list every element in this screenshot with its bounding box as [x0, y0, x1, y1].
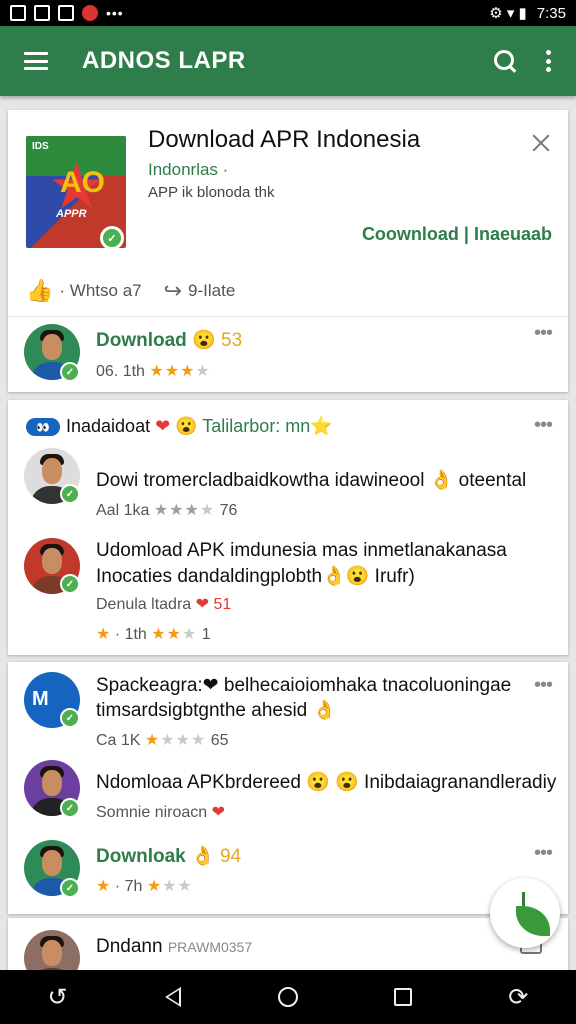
rating-stars: ★★★	[146, 878, 193, 895]
back-alt-icon[interactable]: ↺	[38, 977, 78, 1017]
section-header: Inadaidoat ❤ 😮 Talilarbor: mn⭐	[66, 416, 333, 436]
list-item-meta: Somnie niroacn ❤	[96, 804, 226, 821]
mail-icon	[58, 5, 74, 21]
overflow-icon[interactable]: •••	[534, 674, 553, 697]
list-item-meta: Denula ltadra ❤ 51	[96, 596, 232, 613]
list-card: M ✓ Spackeagra:❤ belhecaioiomhaka tnacol…	[8, 662, 568, 914]
list-item-title[interactable]: Dowi tromercladbaidkowtha idawineool 👌 o…	[96, 468, 526, 492]
status-right: ⚙ ▾ ▮ 7:35	[489, 4, 566, 23]
overflow-icon[interactable]: •••	[534, 322, 553, 345]
check-icon: ✓	[100, 226, 124, 250]
home-icon[interactable]	[268, 977, 308, 1017]
download-button[interactable]: Coownload | Inaeuaab	[362, 224, 552, 245]
featured-description: APP ik blonoda thk	[148, 184, 275, 201]
fab-button[interactable]	[490, 878, 560, 948]
close-icon[interactable]	[530, 132, 552, 154]
logo-mark: AO	[60, 166, 105, 199]
gallery-icon	[34, 5, 50, 21]
check-icon: ✓	[60, 878, 80, 898]
logo-text-top: IDS	[32, 141, 49, 152]
list-item-title[interactable]: Spackeagra:❤ belhecaioiomhaka tnacoluoni…	[96, 674, 511, 697]
share-icon: ↪	[163, 278, 183, 303]
menu-icon[interactable]	[24, 52, 48, 70]
list-item-meta: Ca 1K ★★★★ 65	[96, 732, 229, 749]
more-vert-icon[interactable]	[546, 50, 552, 72]
clock: 7:35	[536, 4, 566, 22]
share-label: 9-Ilate	[188, 281, 236, 300]
check-icon: ✓	[60, 484, 80, 504]
like-label: · Whtso a7	[59, 281, 142, 300]
rating-stars: ★★★★	[153, 502, 216, 519]
leaf-icon	[516, 906, 550, 936]
notification-icon	[10, 5, 26, 21]
list-item-meta: 06. 1th ★★★★	[96, 363, 211, 380]
rating-stars: ★★★	[151, 626, 198, 643]
status-bar: ••• ⚙ ▾ ▮ 7:35	[0, 0, 576, 26]
list-item-title[interactable]: Udomload APK imdunesia mas inmetlanakana…	[96, 540, 507, 562]
rating-stars: ★★★★	[144, 732, 207, 749]
check-icon: ✓	[60, 798, 80, 818]
list-item-meta: ★ · 7h ★★★	[96, 878, 193, 895]
app-title: ADNOS LAPR	[82, 47, 246, 74]
list-item-subtitle: Inocaties dandaldingplobth👌😮 Irufr)	[96, 566, 415, 587]
back-icon[interactable]	[153, 977, 193, 1017]
list-item-subtitle: timsardsigbtgnthe ahesid 👌	[96, 700, 337, 721]
thumb-up-icon: 👍	[26, 278, 54, 303]
app-bar: ADNOS LAPR	[0, 26, 576, 96]
assistant-icon[interactable]: ⟳	[498, 977, 538, 1017]
share-action[interactable]: ↪ 9-Ilate	[164, 278, 236, 304]
check-icon: ✓	[60, 362, 80, 382]
logo-text-bottom: APPR	[56, 208, 87, 220]
check-icon: ✓	[60, 708, 80, 728]
system-nav-bar: ↺ ⟳	[0, 970, 576, 1024]
featured-subtitle: Indonrlas ·	[148, 160, 229, 179]
section-icon: 👀	[26, 418, 60, 436]
overflow-icon[interactable]: •••	[534, 842, 553, 865]
search-icon[interactable]	[492, 48, 518, 74]
status-glyphs-icon: ⚙ ▾ ▮	[489, 5, 527, 22]
divider	[8, 316, 568, 317]
featured-app-card[interactable]: IDS ★ AO APPR ✓ Download APR Indonesia I…	[8, 110, 568, 392]
list-item-title[interactable]: Dndann PRAWM0357	[96, 936, 252, 958]
overflow-icon[interactable]: •••	[534, 414, 553, 437]
notification-icons: •••	[10, 5, 124, 21]
recents-icon[interactable]	[383, 977, 423, 1017]
featured-actions: 👍 · Whtso a7 ↪ 9-Ilate	[26, 278, 235, 304]
list-item-title[interactable]: Ndomloaa APKbrdereed 😮 😮 Inibdaiagranand…	[96, 770, 556, 794]
check-icon: ✓	[60, 574, 80, 594]
more-notifications-icon: •••	[106, 5, 124, 21]
list-item-title[interactable]: Downloak 👌 94	[96, 844, 241, 868]
like-action[interactable]: 👍 · Whtso a7	[26, 278, 142, 304]
app-icon	[82, 5, 98, 21]
list-item-meta: Aal 1ka ★★★★ 76	[96, 502, 238, 519]
featured-title: Download APR Indonesia	[148, 126, 421, 153]
rating-stars: ★★★★	[149, 363, 211, 380]
list-card: Dndann PRAWM0357	[8, 918, 568, 986]
list-item-title[interactable]: Download 😮 53	[96, 328, 242, 352]
list-item-rating: ★ · 1th ★★★ 1	[96, 626, 211, 643]
list-card: 👀 Inadaidoat ❤ 😮 Talilarbor: mn⭐ ••• ✓ D…	[8, 400, 568, 655]
